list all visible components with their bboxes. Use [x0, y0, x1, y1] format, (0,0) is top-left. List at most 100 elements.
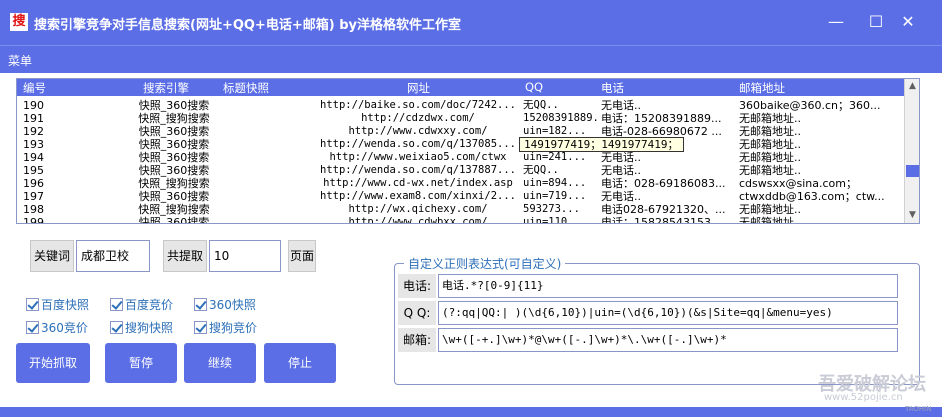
table-row[interactable]: 199 快照_360搜索 http://www.cdwbxx.com/uin=110…: [17, 216, 904, 224]
cell-url: http://cdzdwx.com/: [361, 112, 475, 124]
table-row[interactable]: 197 快照_360搜索 http://www.exam8.com/xinxi/2.…: [17, 190, 904, 203]
regex-group-title: 自定义正则表达式(可自定义): [404, 255, 566, 272]
cell-qq: uin=241...: [523, 151, 587, 163]
cell-url: http://wenda.so.com/q/137085...: [320, 138, 516, 150]
header-mail[interactable]: 邮箱地址: [739, 80, 785, 96]
watermark-tag: TAOHIN: [905, 405, 932, 413]
cell-no: 197: [23, 190, 44, 203]
checkbox-baidu-snapshot[interactable]: 百度快照: [26, 297, 89, 313]
table-row[interactable]: 198 快照_搜狗搜索 http://wx.qichexy.com/593273..…: [17, 203, 904, 216]
pause-button[interactable]: 暂停: [105, 343, 177, 383]
header-title[interactable]: 标题快照: [223, 80, 269, 96]
menu-bar: 菜单: [0, 45, 942, 73]
total-pages-input[interactable]: 10: [209, 240, 281, 272]
cell-phone: 无电话..: [601, 190, 641, 203]
watermark-url: www.52pojie.cn: [824, 392, 903, 403]
cell-engine: 快照_360搜索: [138, 151, 210, 164]
cell-url: http://www.cdwxxy.com/: [348, 125, 488, 137]
checkbox-label: 百度快照: [41, 298, 90, 312]
cell-engine: 快照_搜狗搜索: [138, 177, 210, 190]
table-row[interactable]: 193 快照_360搜索 http://wenda.so.com/q/137085.…: [17, 138, 904, 151]
cell-url: http://www.weixiao5.com/ctwx: [329, 151, 507, 163]
cell-qq: 无QQ..: [523, 99, 559, 111]
cell-mail: cdswsxx@sina.com；: [739, 177, 857, 190]
close-button[interactable]: ✕: [896, 10, 920, 34]
cell-url: http://www.exam8.com/xinxi/2...: [320, 190, 516, 202]
regex-qq-input[interactable]: (?:qq|QQ:| )(\d{6,10})|uin=(\d{6,10})(&s…: [438, 301, 898, 325]
checkbox-baidu-bid[interactable]: 百度竞价: [110, 297, 173, 313]
checkbox-label: 360竞价: [41, 321, 88, 335]
table-row[interactable]: 191 快照_搜狗搜索 http://cdzdwx.com/15208391889.…: [17, 112, 904, 125]
checkbox-sogou-snapshot[interactable]: 搜狗快照: [110, 320, 173, 336]
header-no[interactable]: 编号: [23, 80, 46, 96]
table-row[interactable]: 196 快照_搜狗搜索 http://www.cd-wx.net/index.asp…: [17, 177, 904, 190]
cell-qq: 15208391889..: [523, 112, 599, 124]
table-row[interactable]: 192 快照_360搜索 http://www.cdwxxy.com/uin=182…: [17, 125, 904, 138]
cell-no: 194: [23, 151, 44, 164]
cell-url: http://www.cd-wx.net/index.asp: [323, 177, 513, 189]
regex-phone-input[interactable]: 电话.*?[0-9]{11}: [438, 274, 898, 298]
cell-mail: 无邮箱地址..: [739, 125, 801, 138]
cell-mail: 无邮箱地址..: [739, 164, 801, 177]
cell-mail: 无邮箱地址..: [739, 203, 801, 216]
cell-phone: 电话：15208391889...: [601, 112, 722, 125]
keyword-label: 关键词: [30, 240, 74, 272]
checkbox-label: 360快照: [209, 298, 256, 312]
cell-engine: 快照_搜狗搜索: [138, 203, 210, 216]
total-label: 共提取: [163, 240, 207, 272]
header-qq[interactable]: QQ: [525, 80, 543, 94]
app-logo-icon: 搜: [10, 13, 28, 31]
cell-phone: 无电话..: [601, 99, 641, 112]
cell-engine: 快照_360搜索: [138, 99, 210, 112]
scroll-thumb[interactable]: [906, 165, 919, 177]
checkbox-checked-icon: [110, 298, 123, 311]
resume-button[interactable]: 继续: [184, 343, 256, 383]
table-scrollbar[interactable]: ▲ ▼: [904, 79, 919, 223]
stop-button[interactable]: 停止: [264, 343, 336, 383]
cell-tooltip: 1491977419；1491977419；: [519, 137, 684, 152]
cell-mail: 360baike@360.cn；360...: [739, 99, 881, 112]
cell-engine: 快照_360搜索: [138, 125, 210, 138]
cell-no: 190: [23, 99, 44, 112]
cell-no: 193: [23, 138, 44, 151]
title-bar: 搜 搜索引擎竞争对手信息搜索(网址+QQ+电话+邮箱) by洋格格软件工作室 —…: [0, 0, 942, 45]
checkbox-label: 搜狗竞价: [209, 321, 258, 335]
cell-engine: 快照_360搜索: [138, 164, 210, 177]
menu-item-main[interactable]: 菜单: [8, 52, 32, 69]
checkbox-360-snapshot[interactable]: 360快照: [194, 297, 256, 313]
scroll-down-icon[interactable]: ▼: [906, 209, 919, 222]
cell-url: http://wx.qichexy.com/: [348, 203, 488, 215]
cell-qq: uin=719...: [523, 190, 587, 202]
keyword-input[interactable]: 成都卫校: [76, 240, 150, 272]
checkbox-checked-icon: [26, 298, 39, 311]
table-row[interactable]: 190 快照_360搜索 http://baike.so.com/doc/7242.…: [17, 99, 904, 112]
checkbox-label: 百度竞价: [125, 298, 174, 312]
cell-qq: 无QQ..: [523, 164, 559, 176]
header-engine[interactable]: 搜索引擎: [143, 80, 189, 96]
maximize-button[interactable]: ☐: [864, 10, 888, 34]
regex-qq-label: Q Q:: [398, 301, 436, 325]
cell-mail: ctwxddb@163.com；ctw...: [739, 190, 885, 203]
checkbox-checked-icon: [194, 321, 207, 334]
cell-no: 196: [23, 177, 44, 190]
regex-mail-input[interactable]: \w+([-+.]\w+)*@\w+([-.]\w+)*\.\w+([-.]\w…: [438, 328, 898, 352]
start-button[interactable]: 开始抓取: [16, 343, 90, 383]
header-url[interactable]: 网址: [407, 80, 430, 96]
cell-qq: uin=894...: [523, 177, 587, 189]
cell-no: 199: [23, 216, 44, 224]
table-row[interactable]: 195 快照_360搜索 http://wenda.so.com/q/137887.…: [17, 164, 904, 177]
cell-phone: 电话028-67921320、...: [601, 203, 726, 216]
cell-mail: 无邮箱地址..: [739, 138, 801, 151]
cell-engine: 快照_搜狗搜索: [138, 112, 210, 125]
scroll-up-icon[interactable]: ▲: [906, 80, 919, 93]
checkbox-sogou-bid[interactable]: 搜狗竞价: [194, 320, 257, 336]
checkbox-label: 搜狗快照: [125, 321, 174, 335]
header-phone[interactable]: 电话: [601, 80, 624, 96]
table-body: 190 快照_360搜索 http://baike.so.com/doc/7242.…: [17, 99, 904, 224]
table-row[interactable]: 194 快照_360搜索 http://www.weixiao5.com/ctwx u…: [17, 151, 904, 164]
minimize-button[interactable]: —: [824, 10, 848, 34]
checkbox-360-bid[interactable]: 360竞价: [26, 320, 88, 336]
cell-url: http://www.cdwbxx.com/: [348, 216, 488, 224]
cell-url: http://wenda.so.com/q/137887...: [320, 164, 516, 176]
cell-url: http://baike.so.com/doc/7242...: [320, 99, 516, 111]
